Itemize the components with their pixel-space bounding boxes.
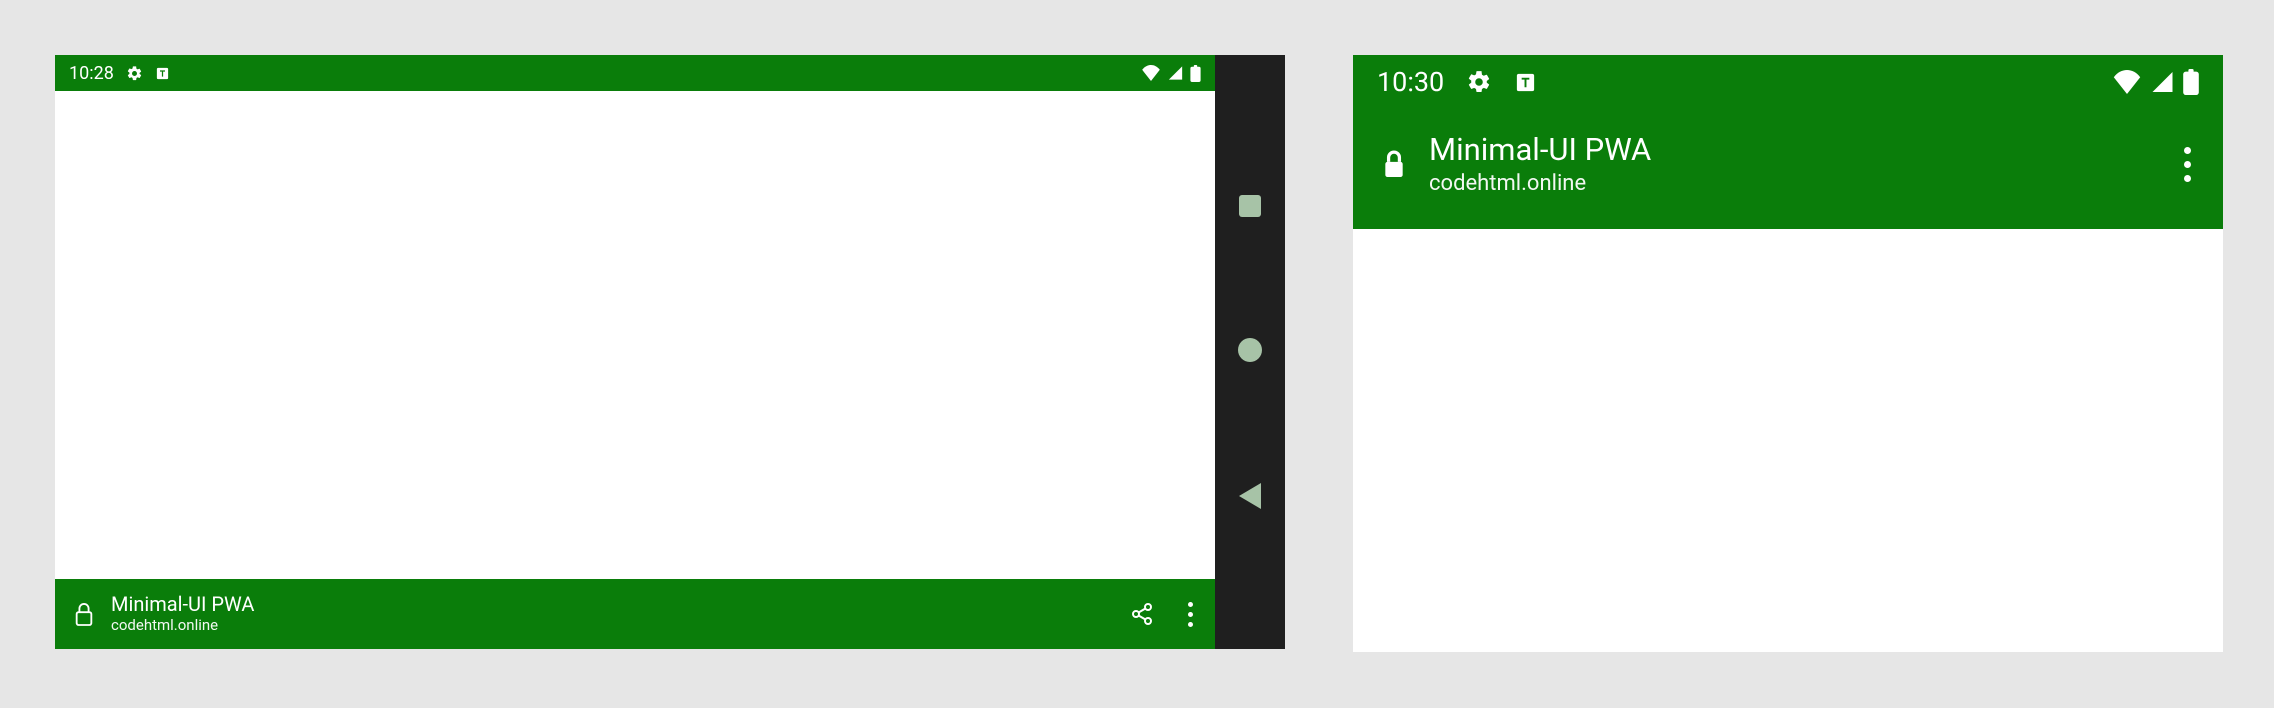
home-button[interactable] [1238, 338, 1262, 362]
cell-signal-icon [1167, 65, 1184, 81]
app-bar-text: Minimal-UI PWA codehtml.online [1429, 130, 2180, 199]
more-vertical-icon[interactable] [2180, 143, 2195, 186]
status-left-group: 10:30 [1377, 66, 1537, 98]
status-time: 10:30 [1377, 66, 1444, 98]
device-portrait: 10:30 Minimal-UI PWA codehtml [1353, 55, 2223, 652]
app-bar-text: Minimal-UI PWA codehtml.online [111, 592, 1130, 636]
back-button[interactable] [1239, 483, 1261, 509]
more-vertical-icon[interactable] [1184, 598, 1197, 631]
text-box-icon [155, 66, 170, 81]
status-right-group [2112, 69, 2199, 95]
wifi-icon [2112, 70, 2142, 94]
battery-icon [2183, 69, 2199, 95]
app-title: Minimal-UI PWA [1429, 130, 2180, 170]
app-bar: Minimal-UI PWA codehtml.online [1353, 109, 2223, 229]
app-bar-actions [1130, 598, 1197, 631]
device-main-area: 10:28 [55, 55, 1215, 649]
lock-icon [1381, 148, 1407, 180]
system-navbar [1215, 55, 1285, 649]
status-bar: 10:30 [1353, 55, 2223, 109]
status-bar: 10:28 [55, 55, 1215, 91]
overview-button[interactable] [1239, 195, 1261, 217]
cell-signal-icon [2150, 70, 2175, 94]
lock-icon [73, 601, 95, 627]
device-landscape: 10:28 [55, 55, 1285, 649]
webview-content[interactable] [1353, 229, 2223, 652]
text-box-icon [1514, 71, 1537, 94]
battery-icon [1190, 65, 1201, 82]
app-title: Minimal-UI PWA [111, 592, 1130, 616]
status-right-group [1141, 65, 1201, 82]
status-time: 10:28 [69, 63, 114, 84]
app-bar: Minimal-UI PWA codehtml.online [55, 579, 1215, 649]
share-icon[interactable] [1130, 602, 1154, 626]
app-domain: codehtml.online [111, 616, 1130, 636]
webview-content[interactable] [55, 91, 1215, 579]
gear-icon [1466, 69, 1492, 95]
status-left-group: 10:28 [69, 63, 170, 84]
wifi-icon [1141, 65, 1161, 81]
gear-icon [126, 65, 143, 82]
app-domain: codehtml.online [1429, 170, 2180, 199]
